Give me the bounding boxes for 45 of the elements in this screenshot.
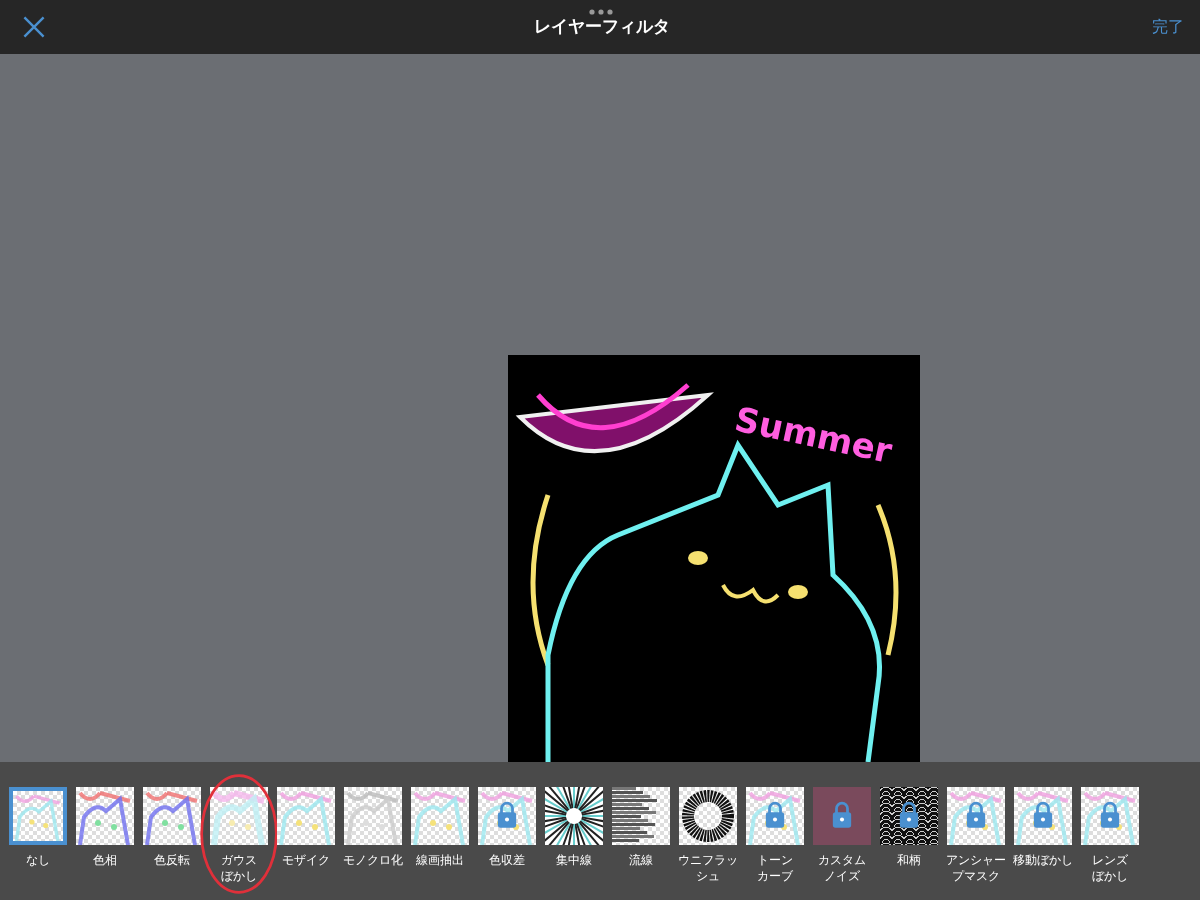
- filter-thumbnail[interactable]: [76, 787, 134, 845]
- filter-label[interactable]: 色収差: [489, 852, 525, 868]
- filter-label[interactable]: モノクロ化: [343, 852, 403, 868]
- filter-thumbnail[interactable]: [612, 787, 670, 845]
- filter-label[interactable]: カーブ: [757, 868, 793, 884]
- filter-label[interactable]: 和柄: [897, 852, 921, 868]
- filter-thumbnail[interactable]: [143, 787, 201, 845]
- filter-label[interactable]: 集中線: [556, 852, 592, 868]
- filter-label[interactable]: モザイク: [282, 852, 330, 868]
- filter-thumbnail[interactable]: [947, 787, 1005, 845]
- filter-label[interactable]: アンシャー: [946, 852, 1006, 868]
- filter-label[interactable]: シュ: [696, 868, 720, 884]
- filter-thumbnail[interactable]: [746, 787, 804, 845]
- filter-label[interactable]: トーン: [757, 852, 793, 868]
- filter-label[interactable]: プマスク: [952, 868, 1000, 884]
- artwork-drawing: Summer: [508, 355, 920, 762]
- filter-label[interactable]: 色相: [93, 852, 117, 868]
- window-title: レイヤーフィルタ: [534, 15, 670, 39]
- filter-thumbnail[interactable]: [679, 787, 737, 845]
- filter-thumbnail[interactable]: [1014, 787, 1072, 845]
- filter-thumbnail[interactable]: [813, 787, 871, 845]
- filter-thumbnail[interactable]: [1081, 787, 1139, 845]
- filter-label[interactable]: ウニフラッ: [678, 852, 738, 868]
- filter-thumbnail[interactable]: [545, 787, 603, 845]
- filter-thumbnail[interactable]: [478, 787, 536, 845]
- filter-label[interactable]: ぼかし: [1092, 868, 1128, 884]
- filter-label[interactable]: 色反転: [154, 852, 190, 868]
- filter-thumbnail[interactable]: [210, 787, 268, 845]
- filter-label[interactable]: ガウス: [221, 852, 257, 868]
- filter-label[interactable]: なし: [26, 852, 50, 868]
- filter-label[interactable]: カスタム: [818, 852, 866, 868]
- filter-label[interactable]: ノイズ: [824, 868, 860, 884]
- filter-thumbnail[interactable]: [411, 787, 469, 845]
- filter-thumbnail[interactable]: [344, 787, 402, 845]
- filter-thumbnail[interactable]: [880, 787, 938, 845]
- filter-thumbnail[interactable]: [277, 787, 335, 845]
- drag-handle-icon[interactable]: [589, 9, 613, 15]
- close-icon: [22, 15, 46, 39]
- done-button[interactable]: 完了: [1152, 15, 1184, 39]
- filter-label[interactable]: レンズ: [1092, 852, 1128, 868]
- filter-thumbnail[interactable]: [9, 787, 67, 845]
- filter-label[interactable]: ぼかし: [221, 868, 257, 884]
- filter-label[interactable]: 流線: [629, 852, 653, 868]
- filter-label[interactable]: 線画抽出: [416, 852, 464, 868]
- filter-label[interactable]: 移動ぼかし: [1013, 852, 1073, 868]
